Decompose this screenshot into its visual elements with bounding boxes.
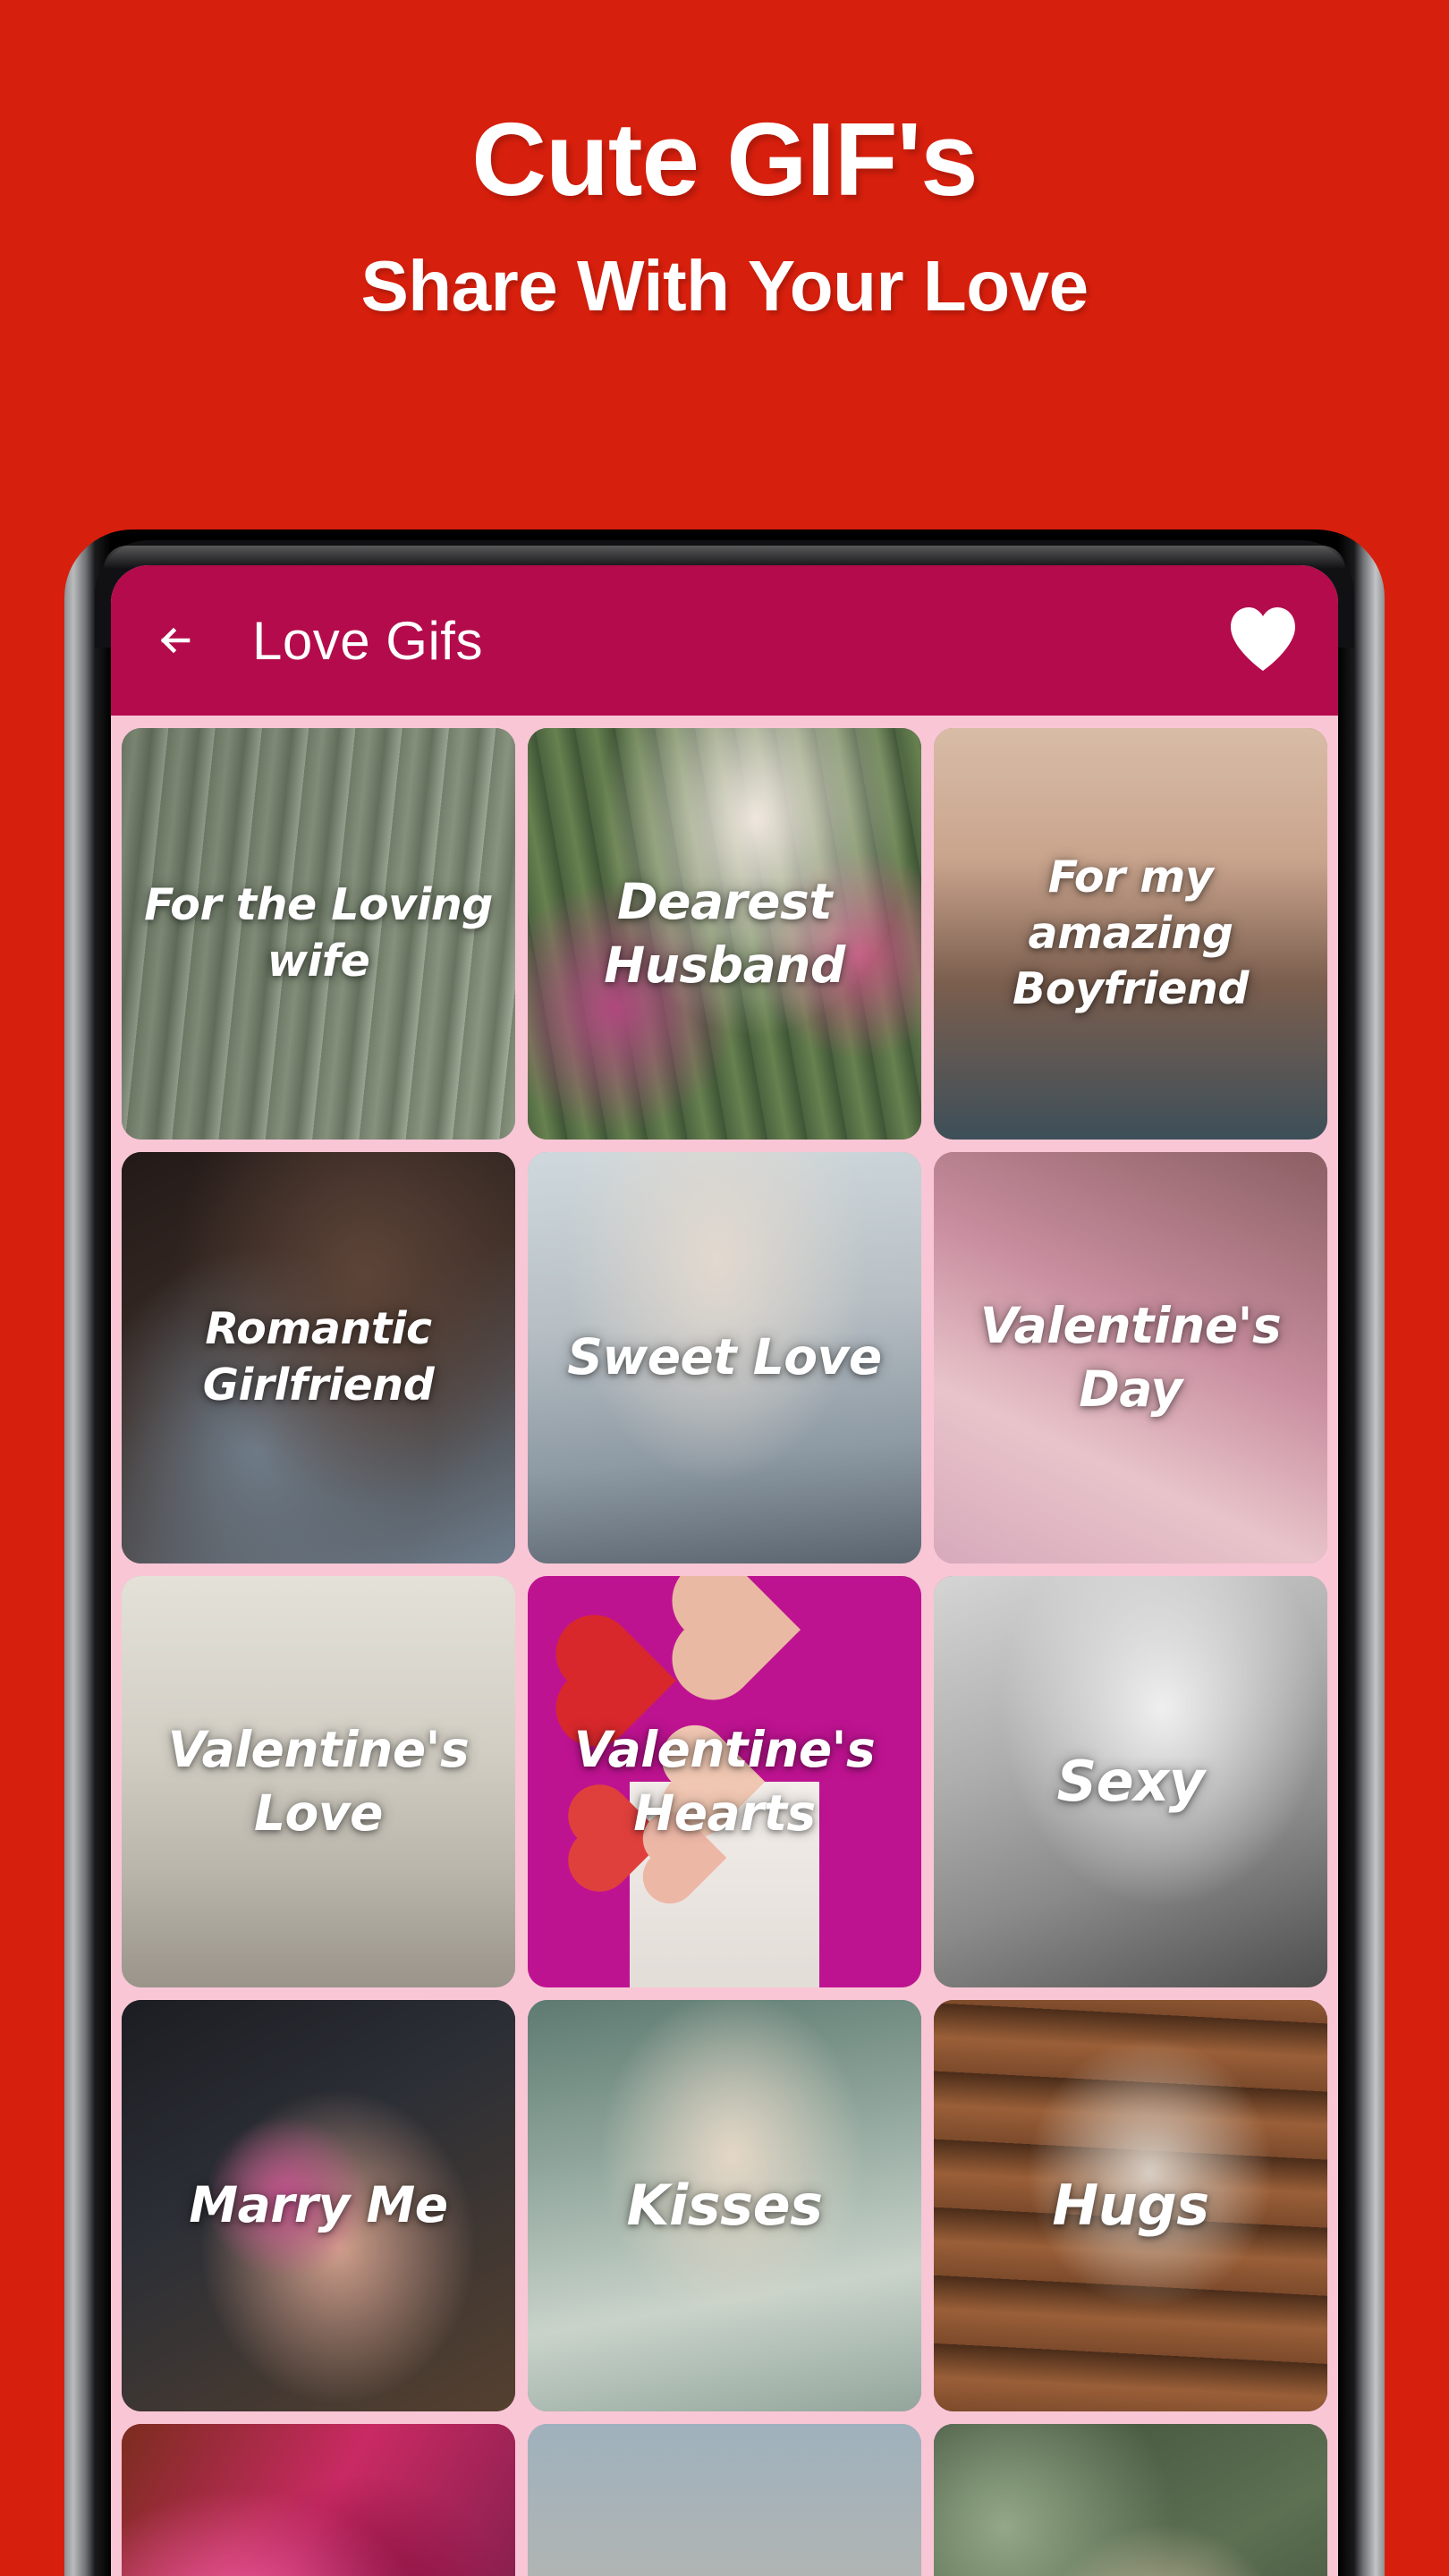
app-bar-title: Love Gifs [252, 610, 483, 671]
card-label: Marry Me [189, 2176, 448, 2234]
gif-category-card[interactable] [528, 2424, 921, 2576]
card-label: Sweet Love [567, 1328, 882, 1386]
app-bar: Love Gifs [111, 565, 1338, 716]
card-label: Valentine's Love [167, 1720, 470, 1843]
promo-header: Cute GIF's Share With Your Love [0, 0, 1449, 501]
card-label: Dearest Husband [604, 872, 845, 995]
card-label: Valentine's Hearts [573, 1720, 876, 1843]
back-arrow-icon[interactable] [152, 614, 206, 667]
gif-category-card[interactable]: Kisses [528, 2000, 921, 2411]
card-thumbnail [528, 2424, 921, 2576]
card-label: Sexy [1056, 1748, 1205, 1814]
gif-category-card[interactable]: Sexy [934, 1576, 1327, 1987]
gif-category-card[interactable]: Marry Me [122, 2000, 515, 2411]
card-thumbnail [122, 2424, 515, 2576]
gif-category-card[interactable] [934, 2424, 1327, 2576]
card-label: For the Loving wife [144, 879, 493, 987]
gif-category-grid: For the Loving wife Dearest Husband For my… [111, 716, 1338, 2576]
card-label: Hugs [1052, 2172, 1209, 2238]
promo-title: Cute GIF's [471, 101, 978, 217]
card-label: Valentine's Day [979, 1296, 1282, 1419]
gif-category-card[interactable]: Hugs [934, 2000, 1327, 2411]
promo-subtitle: Share With Your Love [360, 246, 1089, 326]
card-label: For my amazing Boyfriend [1013, 851, 1249, 1015]
gif-category-card[interactable]: Valentine's Love [122, 1576, 515, 1987]
heart-icon[interactable] [1225, 603, 1301, 678]
gif-category-card[interactable] [122, 2424, 515, 2576]
gif-category-card[interactable]: Valentine's Hearts [528, 1576, 921, 1987]
gif-category-card[interactable]: Valentine's Day [934, 1152, 1327, 1563]
gif-category-card[interactable]: Sweet Love [528, 1152, 921, 1563]
card-thumbnail [934, 2424, 1327, 2576]
phone-mockup: Love Gifs For the Loving wife Dearest Hus… [64, 530, 1385, 2576]
card-label: Kisses [626, 2172, 823, 2238]
phone-screen: Love Gifs For the Loving wife Dearest Hus… [111, 565, 1338, 2576]
gif-category-card[interactable]: For my amazing Boyfriend [934, 728, 1327, 1140]
gif-category-card[interactable]: For the Loving wife [122, 728, 515, 1140]
card-label: Romantic Girlfriend [202, 1303, 435, 1411]
gif-category-card[interactable]: Dearest Husband [528, 728, 921, 1140]
gif-category-card[interactable]: Romantic Girlfriend [122, 1152, 515, 1563]
